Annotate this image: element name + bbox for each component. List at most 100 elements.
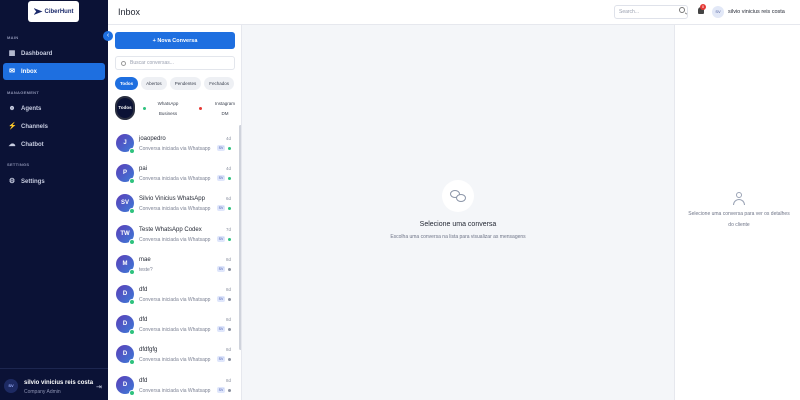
status-dot-icon (228, 267, 231, 271)
status-dot-icon (228, 298, 231, 301)
conversation-time: 8d (226, 287, 232, 292)
conversation-item[interactable]: Jjoaopedro 4d Conversa iniciada via Whatsa… (108, 129, 238, 159)
sidebar-item-settings[interactable]: ⚙ Settings (3, 173, 105, 190)
assignee-badge: SV (217, 386, 225, 393)
filter-fechados[interactable]: Fechados (204, 77, 234, 90)
logout-icon[interactable]: ⇥ (96, 383, 102, 391)
gear-icon: ⚙ (8, 178, 16, 185)
filter-abertos[interactable]: Abertos (141, 77, 167, 90)
sidebar-item-chatbot[interactable]: ☁ Chatbot (3, 136, 105, 153)
filter-pendentes[interactable]: Pendentes (169, 77, 202, 90)
avatar[interactable]: SV (4, 379, 18, 393)
detail-placeholder-text: Selecione uma conversa para ver os detal… (688, 211, 790, 228)
conversation-preview: Conversa iniciada via Whatsapp (139, 236, 211, 243)
conversation-search-input[interactable]: Buscar conversas... (115, 56, 235, 70)
channel-label: WhatsApp (157, 101, 179, 106)
channel-label: Business (158, 111, 178, 116)
app-root: CiberHunt MAIN ▦ Dashboard ✉ Inbox MANAG… (0, 0, 800, 400)
notification-badge: 0 (700, 4, 706, 10)
status-dot-icon (228, 237, 231, 241)
dashboard-icon: ▦ (8, 50, 16, 57)
conversation-name: dfd (139, 377, 148, 384)
conversation-item[interactable]: SV Silvio Vinicius WhatsApp 6d Conversa ini… (108, 189, 238, 219)
sidebar-item-channels[interactable]: ⚡ Channels (3, 118, 105, 135)
conversation-preview: Conversa iniciada via Whatsapp (139, 146, 211, 152)
chat-bubbles-icon (442, 180, 474, 212)
conversation-time: 8d (226, 377, 232, 383)
conversation-item[interactable]: Ddfdfgfg 8d Conversa iniciada via Whatsapp… (108, 340, 238, 370)
sidebar: CiberHunt MAIN ▦ Dashboard ✉ Inbox MANAG… (0, 0, 108, 400)
conversation-item[interactable]: TW Teste WhatsApp Codex 7d Conversa iniciad… (108, 220, 238, 250)
sidebar-item-label: Inbox (21, 68, 37, 75)
whatsapp-dot-icon (143, 107, 146, 110)
instagram-dot-icon (199, 107, 202, 110)
conversation-item[interactable]: Ddfd 8d Conversa iniciada via Whatsapp SV (108, 310, 238, 340)
conversation-item[interactable]: Mmae 8d teste? SV (108, 250, 238, 280)
conversation-list-panel: + Nova Conversa Buscar conversas... Todo… (108, 25, 242, 400)
conversation-time: 6d (226, 196, 232, 202)
whatsapp-icon (129, 299, 135, 305)
section-label-management: MANAGEMENT (7, 90, 40, 95)
whatsapp-icon (129, 359, 135, 366)
sidebar-item-label: Channels (21, 123, 49, 130)
whatsapp-icon (129, 329, 135, 336)
user-name[interactable]: silvio vinicius reis costa (728, 9, 785, 15)
channel-all-button[interactable]: Todos (115, 96, 135, 120)
logo[interactable]: CiberHunt (28, 1, 79, 22)
assignee-badge: SV (217, 265, 225, 272)
sidebar-user: SV silvio vinicius reis costa Company Ad… (0, 368, 108, 400)
sidebar-item-dashboard[interactable]: ▦ Dashboard (3, 45, 105, 62)
status-dot-icon (228, 328, 231, 332)
conversation-item[interactable]: Ddfd 8d Conversa iniciada via Whatsapp SV (108, 371, 238, 400)
user-name: silvio vinicius reis costa (24, 380, 94, 386)
whatsapp-icon (129, 148, 135, 154)
chatbot-icon: ☁ (8, 141, 16, 148)
sidebar-item-label: Settings (21, 178, 45, 185)
whatsapp-icon (129, 178, 135, 185)
conversation-preview: Conversa iniciada via Whatsapp (139, 176, 211, 183)
conversation-item[interactable]: Ppai 4d Conversa iniciada via Whatsapp SV (108, 159, 238, 189)
assignee-badge: SV (217, 326, 225, 333)
conversation-name: dfd (139, 287, 148, 293)
assignee-badge: SV (217, 296, 225, 302)
whatsapp-icon (129, 389, 135, 396)
conversation-preview: Conversa iniciada via Whatsapp (139, 357, 211, 364)
conversation-name: Teste WhatsApp Codex (139, 226, 202, 233)
sidebar-item-agents[interactable]: ☻ Agents (3, 100, 105, 117)
conversation-name: Silvio Vinicius WhatsApp (139, 196, 205, 203)
whatsapp-icon (129, 208, 135, 215)
status-filter-tabs: Todos Abertos Pendentes Fechados (115, 77, 234, 90)
status-dot-icon (228, 147, 231, 150)
filter-todos[interactable]: Todos (115, 77, 139, 90)
status-dot-icon (228, 358, 231, 362)
inbox-icon: ✉ (9, 68, 15, 75)
search-icon[interactable] (679, 7, 685, 13)
agents-icon: ☻ (8, 105, 16, 112)
conversation-time: 7d (226, 226, 232, 232)
channel-whatsapp-button[interactable]: WhatsApp Business (149, 99, 187, 119)
customer-detail-panel: Selecione uma conversa para ver os detal… (674, 25, 800, 400)
assignee-badge: SV (217, 175, 225, 182)
conversation-name: joaopedro (139, 136, 166, 142)
conversation-name: dfd (139, 317, 148, 324)
conversation-preview: Conversa iniciada via Whatsapp (139, 387, 211, 394)
new-conversation-button[interactable]: + Nova Conversa (115, 32, 235, 49)
channel-label: Instagram (214, 101, 235, 106)
search-placeholder: Buscar conversas... (130, 60, 174, 66)
conversation-time: 4d (226, 136, 232, 141)
status-dot-icon (228, 388, 231, 392)
avatar[interactable]: SV (712, 6, 724, 18)
conversation-preview: Conversa iniciada via Whatsapp (139, 297, 211, 303)
conversation-time: 8d (226, 256, 232, 262)
collapse-sidebar-button[interactable]: ‹ (103, 31, 113, 41)
conversation-preview: Conversa iniciada via Whatsapp (139, 327, 211, 334)
channel-label: DM (221, 111, 229, 116)
sidebar-item-inbox[interactable]: ✉ Inbox (3, 63, 105, 80)
whatsapp-icon (129, 268, 135, 275)
channel-instagram-button[interactable]: Instagram DM (207, 99, 241, 119)
conversation-item[interactable]: Ddfd 8d Conversa iniciada via Whatsapp SV (108, 280, 238, 310)
assignee-badge: SV (217, 145, 225, 151)
logo-text: CiberHunt (44, 8, 74, 15)
sidebar-item-label: Chatbot (21, 141, 44, 148)
search-input[interactable]: Search... (614, 5, 688, 19)
